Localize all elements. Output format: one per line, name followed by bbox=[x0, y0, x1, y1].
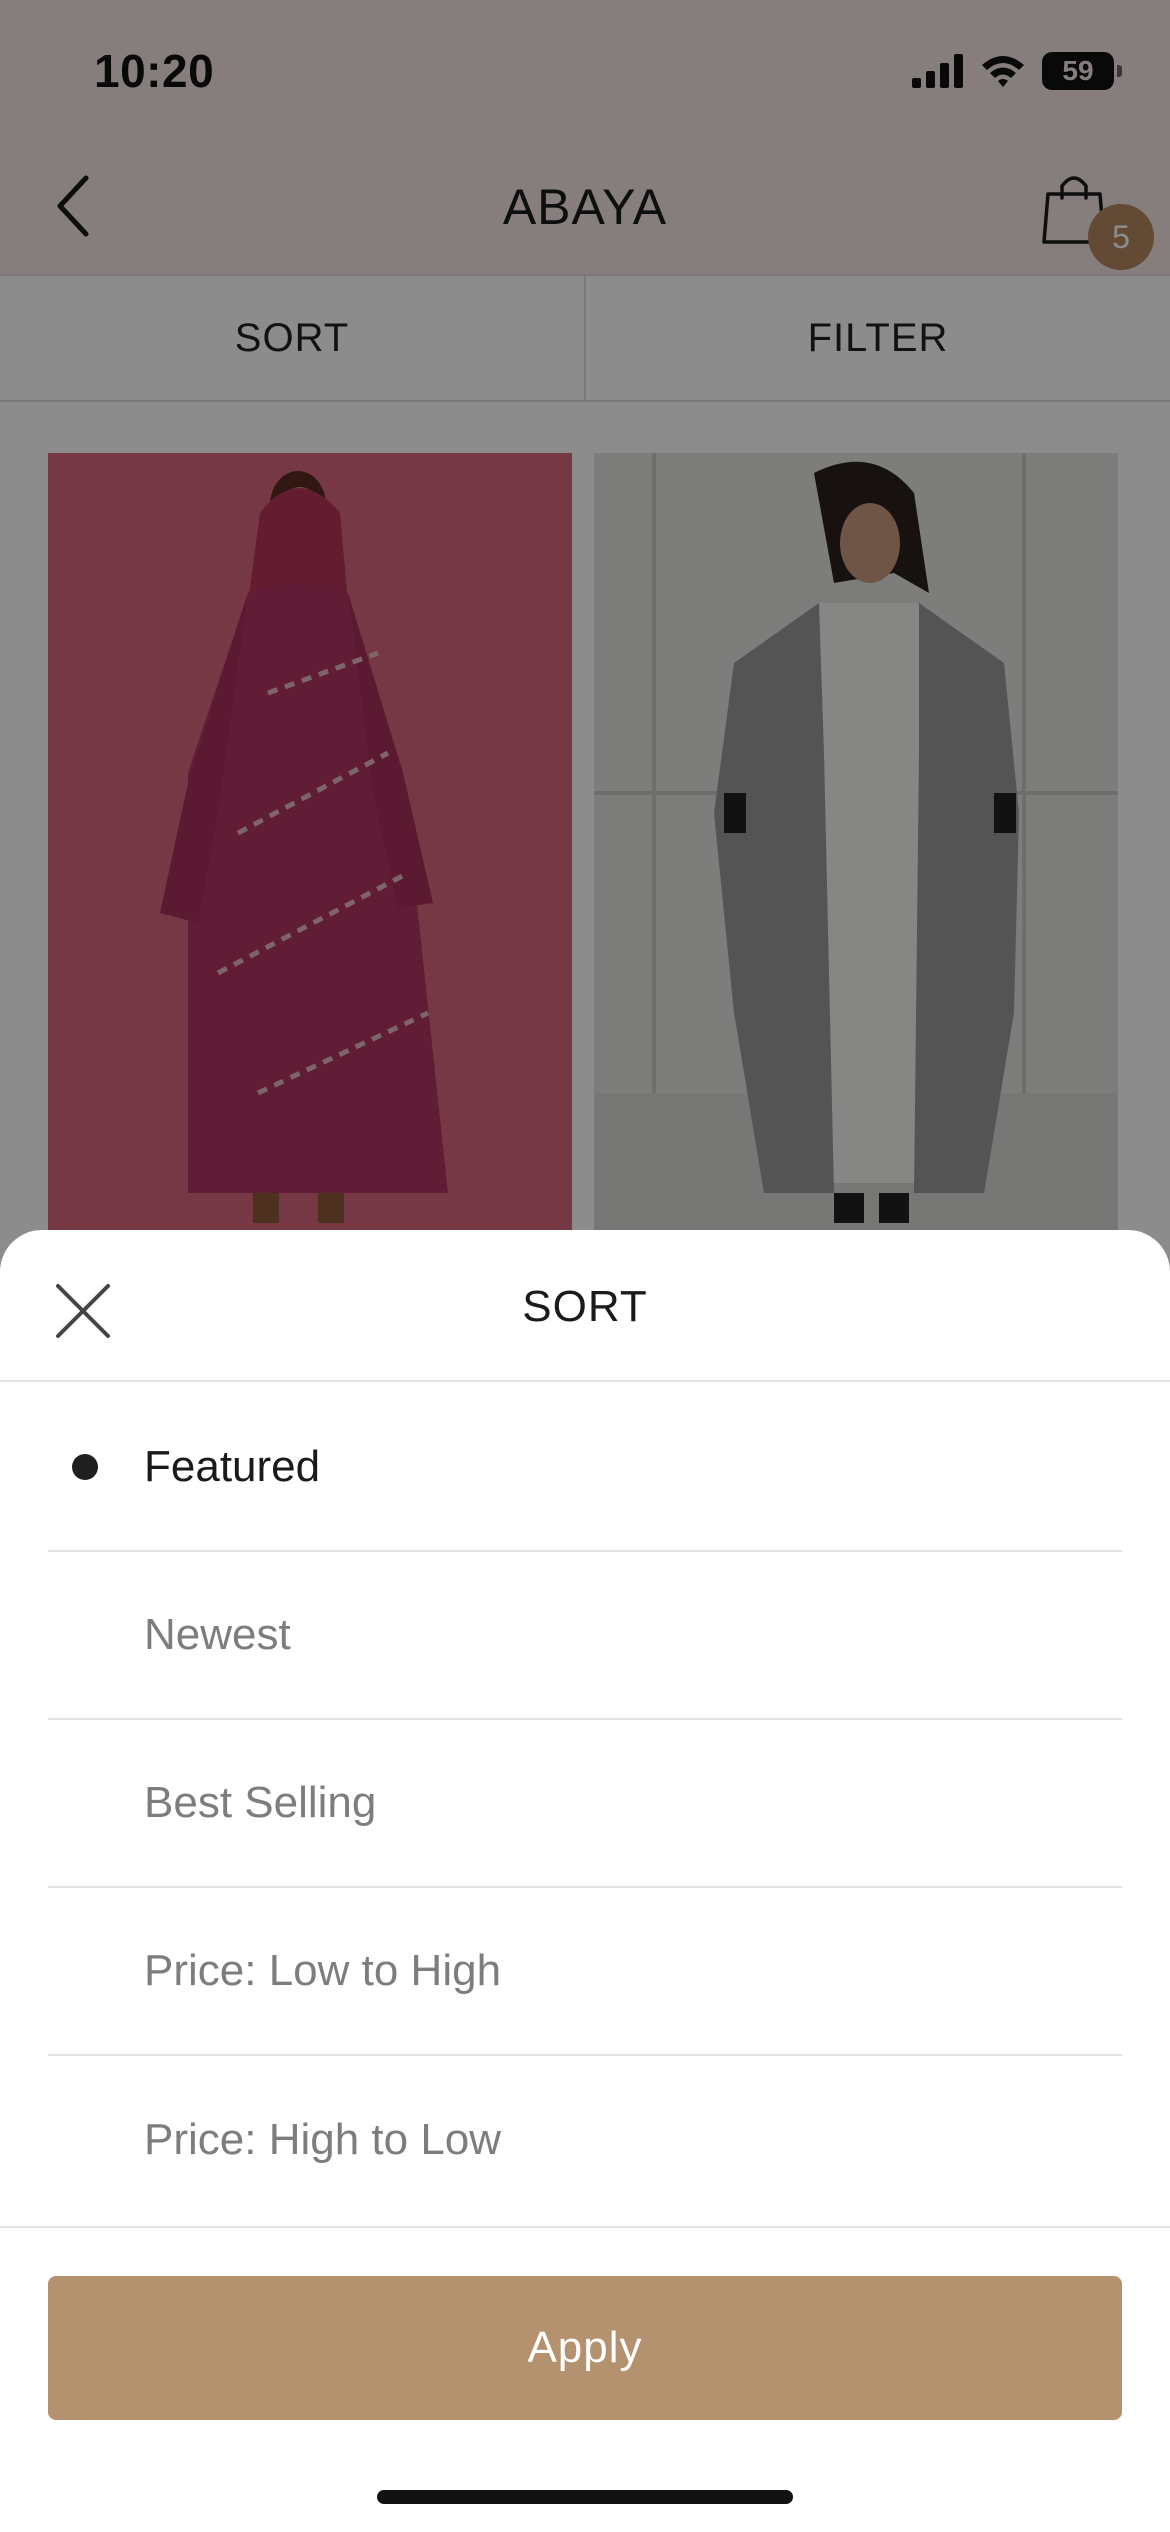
sort-option-list: Featured Newest Best Selling Price: Low … bbox=[48, 1384, 1122, 2224]
sort-option-featured[interactable]: Featured bbox=[48, 1384, 1122, 1552]
sort-option-label: Featured bbox=[144, 1442, 321, 1491]
sort-option-label: Price: High to Low bbox=[144, 2115, 502, 2164]
sort-option-label: Best Selling bbox=[144, 1778, 377, 1827]
apply-button[interactable]: Apply bbox=[48, 2276, 1122, 2420]
sort-bottom-sheet: SORT Featured Newest Best Selling Price:… bbox=[0, 1230, 1170, 2532]
sheet-title: SORT bbox=[522, 1282, 648, 1331]
divider bbox=[0, 2226, 1170, 2228]
sort-option-label: Newest bbox=[144, 1610, 291, 1659]
home-indicator[interactable] bbox=[377, 2490, 793, 2504]
sort-option-price-low-high[interactable]: Price: Low to High bbox=[48, 1888, 1122, 2056]
sheet-header: SORT bbox=[0, 1230, 1170, 1382]
selected-indicator-icon bbox=[72, 1454, 98, 1480]
sort-option-label: Price: Low to High bbox=[144, 1946, 502, 1995]
sort-option-newest[interactable]: Newest bbox=[48, 1552, 1122, 1720]
sort-option-price-high-low[interactable]: Price: High to Low bbox=[48, 2056, 1122, 2224]
sort-option-best-selling[interactable]: Best Selling bbox=[48, 1720, 1122, 1888]
